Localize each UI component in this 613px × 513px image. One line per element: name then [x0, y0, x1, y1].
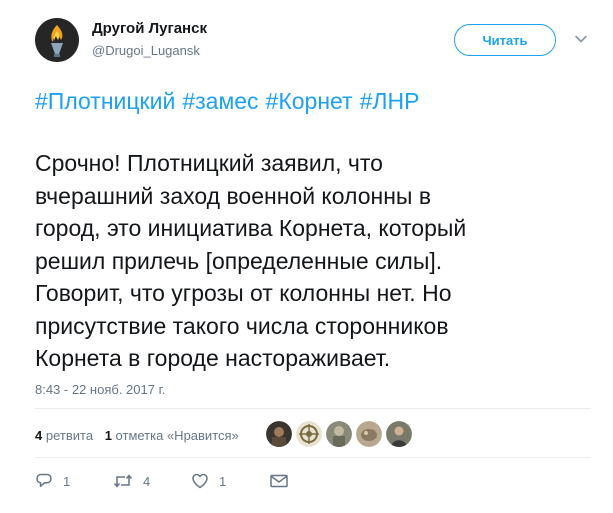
torch-logo-icon: [35, 18, 79, 62]
tweet-text-line: город, это инициатива Корнета, который: [35, 215, 467, 241]
tweet-text-line: Говорит, что угрозы от колонны нет. Но: [35, 280, 452, 306]
retweets-count: 4: [35, 428, 43, 443]
liker-avatar[interactable]: [266, 421, 292, 447]
hashtag-line: #Плотницкий #замес #Корнет #ЛНР: [35, 86, 426, 116]
tweet-text-line: Срочно! Плотницкий заявил, что: [35, 150, 383, 176]
hashtag-link[interactable]: #замес: [182, 88, 258, 114]
like-count: 1: [219, 473, 227, 489]
liker-avatar[interactable]: [356, 421, 382, 447]
retweets-label: ретвита: [45, 428, 94, 443]
liker-avatar[interactable]: [386, 421, 412, 447]
tweet-stats: 4 ретвита 1 отметка «Нравится»: [35, 428, 247, 443]
chevron-down-icon[interactable]: [574, 32, 588, 46]
reply-button[interactable]: 1: [35, 472, 113, 490]
retweet-icon: [113, 474, 133, 488]
hashtag-link[interactable]: #ЛНР: [360, 88, 420, 114]
reply-icon: [36, 473, 52, 488]
tweet-text-line: Корнета в городе настораживает.: [35, 345, 391, 371]
hashtag-link[interactable]: #Корнет: [266, 88, 353, 114]
tweet-timestamp[interactable]: 8:43 - 22 нояб. 2017 г.: [35, 382, 165, 397]
tweet-text-line: вчерашний заход военной колонны в: [35, 182, 432, 209]
follow-button[interactable]: Читать: [454, 24, 556, 56]
tweet-text: Срочно! Плотницкий заявил, что вчерашний…: [35, 147, 595, 375]
display-name[interactable]: Другой Луганск: [92, 20, 207, 37]
profile-avatar[interactable]: [35, 18, 79, 62]
tweet-text-line: присутствие такого числа сторонников: [35, 312, 449, 339]
liker-avatars: [266, 421, 412, 447]
retweet-button[interactable]: 4: [113, 472, 191, 490]
retweet-count: 4: [143, 473, 151, 489]
heart-icon: [192, 473, 208, 489]
liker-avatar[interactable]: [326, 421, 352, 447]
retweets-stat[interactable]: 4 ретвита: [35, 428, 93, 443]
hashtag-link[interactable]: #Плотницкий: [35, 88, 175, 114]
tweet-card: Другой Луганск @Drugoi_Lugansk Читать #П…: [0, 0, 613, 513]
divider: [35, 408, 591, 409]
likes-stat[interactable]: 1 отметка «Нравится»: [105, 428, 239, 443]
like-button[interactable]: 1: [191, 472, 269, 490]
reply-count: 1: [63, 473, 71, 489]
envelope-icon: [270, 474, 288, 488]
tweet-actions: 1 4 1: [35, 472, 347, 490]
divider: [35, 457, 591, 458]
direct-message-button[interactable]: [269, 472, 347, 490]
likes-label: отметка «Нравится»: [115, 428, 239, 443]
tweet-text-line: решил прилечь [определенные силы].: [35, 247, 443, 274]
liker-avatar[interactable]: [296, 421, 322, 447]
user-handle[interactable]: @Drugoi_Lugansk: [92, 43, 200, 58]
likes-count: 1: [104, 428, 112, 443]
